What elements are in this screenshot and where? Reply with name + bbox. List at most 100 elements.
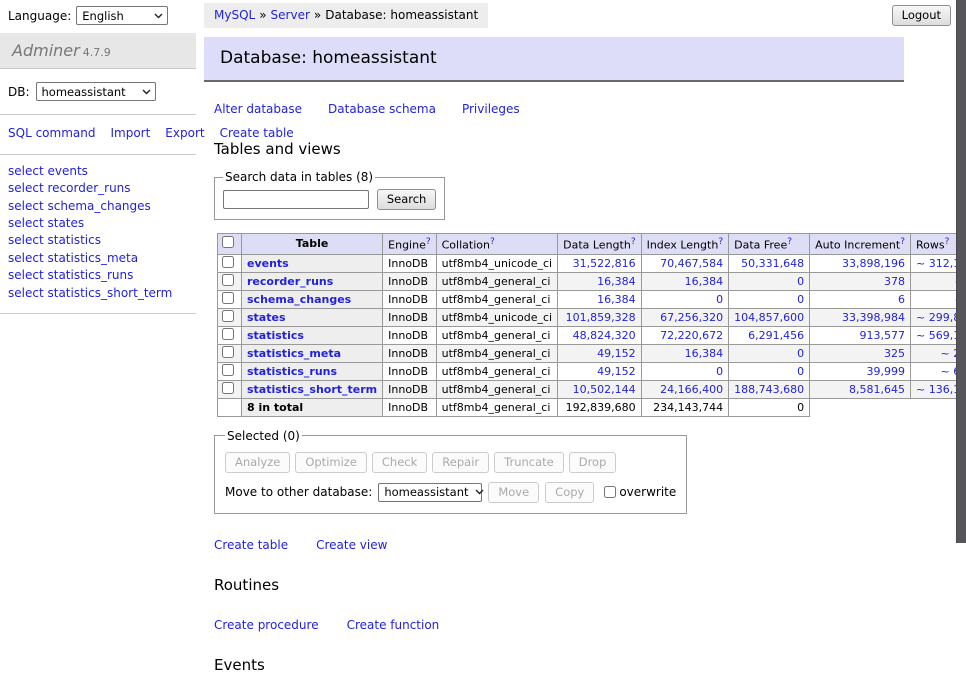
move-button[interactable]: Move	[488, 482, 539, 503]
table-link-statistics_meta[interactable]: statistics_meta	[247, 347, 341, 360]
row-checkbox-recorder_runs[interactable]	[222, 274, 234, 286]
row-checkbox-statistics_runs[interactable]	[222, 364, 234, 376]
index-length-link-events[interactable]: 70,467,584	[660, 257, 723, 270]
help-link-data-free[interactable]: ?	[787, 237, 792, 247]
sidebar-table-schema_changes[interactable]: schema_changes	[47, 199, 150, 213]
sidebar-link-import[interactable]: Import	[110, 126, 150, 140]
analyze-button[interactable]: Analyze	[225, 452, 290, 473]
truncate-button[interactable]: Truncate	[494, 452, 564, 473]
sidebar-table-events[interactable]: events	[47, 164, 87, 178]
create-procedure-link[interactable]: Create procedure	[214, 618, 319, 632]
sidebar-table-statistics_short_term[interactable]: statistics_short_term	[47, 286, 172, 300]
db-select[interactable]: homeassistant	[36, 82, 156, 101]
move-database-select[interactable]: homeassistant	[378, 483, 482, 502]
row-checkbox-statistics[interactable]	[222, 328, 234, 340]
language-select[interactable]: English	[76, 6, 168, 25]
search-button[interactable]: Search	[377, 189, 437, 210]
row-checkbox-statistics_meta[interactable]	[222, 346, 234, 358]
search-input[interactable]	[223, 190, 369, 209]
auto-increment-link-schema_changes[interactable]: 6	[898, 293, 905, 306]
auto-increment-link-statistics_short_term[interactable]: 8,581,645	[849, 383, 905, 396]
data-length-link-schema_changes[interactable]: 16,384	[597, 293, 636, 306]
data-length-link-events[interactable]: 31,522,816	[573, 257, 636, 270]
sidebar-table-recorder_runs[interactable]: recorder_runs	[47, 181, 130, 195]
overwrite-checkbox[interactable]	[604, 486, 616, 498]
privileges-link[interactable]: Privileges	[462, 102, 520, 116]
auto-increment-link-statistics[interactable]: 913,577	[860, 329, 906, 342]
data-free-link-statistics[interactable]: 6,291,456	[748, 329, 804, 342]
index-length-link-statistics_short_term[interactable]: 24,166,400	[660, 383, 723, 396]
auto-increment-link-states[interactable]: 33,398,984	[842, 311, 905, 324]
select-link-states[interactable]: select	[8, 216, 44, 230]
row-checkbox-events[interactable]	[222, 256, 234, 268]
index-length-link-states[interactable]: 67,256,320	[660, 311, 723, 324]
sidebar-table-statistics[interactable]: statistics	[47, 233, 101, 247]
help-link-data-length[interactable]: ?	[631, 237, 636, 247]
sidebar-table-states[interactable]: states	[47, 216, 84, 230]
help-link-engine[interactable]: ?	[426, 237, 431, 247]
select-link-recorder_runs[interactable]: select	[8, 181, 44, 195]
table-link-statistics_short_term[interactable]: statistics_short_term	[247, 383, 377, 396]
table-link-states[interactable]: states	[247, 311, 286, 324]
index-length-link-recorder_runs[interactable]: 16,384	[685, 275, 724, 288]
select-all-checkbox[interactable]	[222, 236, 234, 248]
data-free-link-statistics_runs[interactable]: 0	[797, 365, 804, 378]
data-length-link-statistics_short_term[interactable]: 10,502,144	[573, 383, 636, 396]
vertical-scrollbar[interactable]	[956, 0, 966, 543]
help-link-rows[interactable]: ?	[945, 237, 950, 247]
drop-button[interactable]: Drop	[569, 452, 617, 473]
create-table-link[interactable]: Create table	[214, 538, 288, 552]
select-link-schema_changes[interactable]: select	[8, 199, 44, 213]
row-checkbox-schema_changes[interactable]	[222, 292, 234, 304]
alter-database-link[interactable]: Alter database	[214, 102, 302, 116]
row-checkbox-states[interactable]	[222, 310, 234, 322]
data-free-link-schema_changes[interactable]: 0	[797, 293, 804, 306]
help-link-index-length[interactable]: ?	[718, 237, 723, 247]
check-button[interactable]: Check	[372, 452, 427, 473]
data-length-link-states[interactable]: 101,859,328	[566, 311, 636, 324]
data-length-link-statistics_meta[interactable]: 49,152	[597, 347, 636, 360]
table-link-schema_changes[interactable]: schema_changes	[247, 293, 351, 306]
select-link-events[interactable]: select	[8, 164, 44, 178]
auto-increment-link-statistics_meta[interactable]: 325	[884, 347, 905, 360]
sidebar-table-statistics_runs[interactable]: statistics_runs	[47, 268, 133, 282]
help-link-auto-increment[interactable]: ?	[900, 237, 905, 247]
index-length-link-statistics[interactable]: 72,220,672	[660, 329, 723, 342]
data-free-link-recorder_runs[interactable]: 0	[797, 275, 804, 288]
table-link-statistics_runs[interactable]: statistics_runs	[247, 365, 337, 378]
breadcrumb-link-mysql[interactable]: MySQL	[214, 8, 255, 22]
create-view-link[interactable]: Create view	[316, 538, 387, 552]
help-link-collation[interactable]: ?	[490, 237, 495, 247]
data-free-link-events[interactable]: 50,331,648	[741, 257, 804, 270]
repair-button[interactable]: Repair	[432, 452, 489, 473]
table-link-events[interactable]: events	[247, 257, 289, 270]
data-free-link-statistics_short_term[interactable]: 188,743,680	[734, 383, 804, 396]
data-length-link-statistics_runs[interactable]: 49,152	[597, 365, 636, 378]
row-checkbox-statistics_short_term[interactable]	[222, 382, 234, 394]
sidebar-link-export[interactable]: Export	[165, 126, 204, 140]
auto-increment-link-statistics_runs[interactable]: 39,999	[867, 365, 906, 378]
table-link-statistics[interactable]: statistics	[247, 329, 304, 342]
select-link-statistics_runs[interactable]: select	[8, 268, 44, 282]
create-function-link[interactable]: Create function	[347, 618, 440, 632]
data-free-link-states[interactable]: 104,857,600	[734, 311, 804, 324]
table-link-recorder_runs[interactable]: recorder_runs	[247, 275, 333, 288]
auto-increment-link-events[interactable]: 33,898,196	[842, 257, 905, 270]
select-link-statistics_meta[interactable]: select	[8, 251, 44, 265]
logout-button[interactable]: Logout	[892, 5, 951, 26]
data-length-link-statistics[interactable]: 48,824,320	[573, 329, 636, 342]
breadcrumb-link-server[interactable]: Server	[271, 8, 310, 22]
select-link-statistics_short_term[interactable]: select	[8, 286, 44, 300]
index-length-link-schema_changes[interactable]: 0	[716, 293, 723, 306]
index-length-link-statistics_runs[interactable]: 0	[716, 365, 723, 378]
index-length-link-statistics_meta[interactable]: 16,384	[685, 347, 724, 360]
auto-increment-link-recorder_runs[interactable]: 378	[884, 275, 905, 288]
sidebar-table-statistics_meta[interactable]: statistics_meta	[47, 251, 138, 265]
sidebar-link-sql-command[interactable]: SQL command	[8, 126, 95, 140]
database-schema-link[interactable]: Database schema	[328, 102, 436, 116]
optimize-button[interactable]: Optimize	[295, 452, 367, 473]
select-link-statistics[interactable]: select	[8, 233, 44, 247]
copy-button[interactable]: Copy	[545, 482, 594, 503]
data-free-link-statistics_meta[interactable]: 0	[797, 347, 804, 360]
data-length-link-recorder_runs[interactable]: 16,384	[597, 275, 636, 288]
